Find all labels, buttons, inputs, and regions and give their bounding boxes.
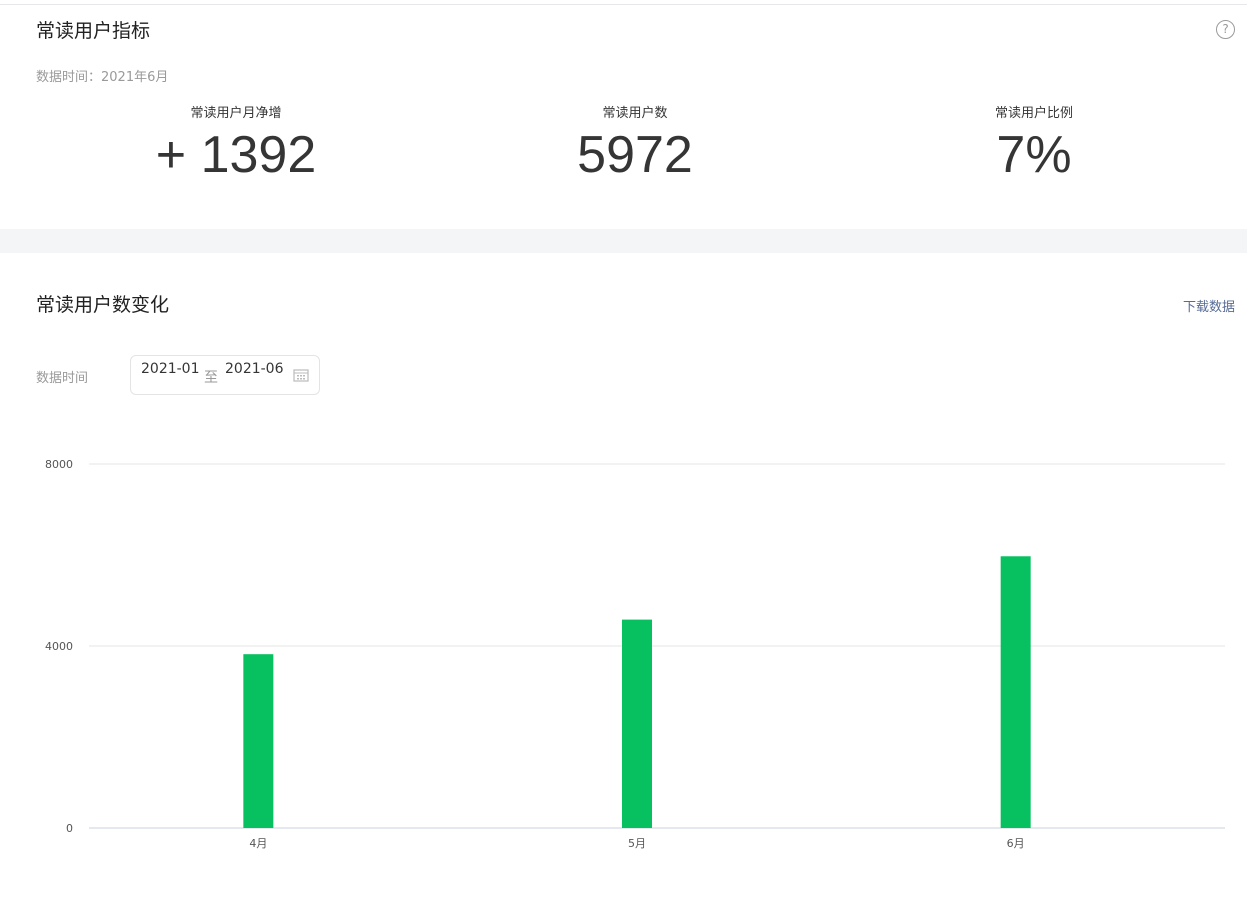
x-tick-label: 4月	[249, 837, 267, 850]
y-tick-label: 0	[66, 822, 73, 835]
trend-title: 常读用户数变化	[36, 294, 170, 316]
help-icon[interactable]: ?	[1216, 20, 1235, 39]
start-date[interactable]: 2021-01	[141, 361, 200, 377]
download-data-link[interactable]: 下载数据	[1183, 296, 1235, 315]
x-tick-label: 5月	[628, 837, 646, 850]
metric-value: 7%	[996, 126, 1072, 184]
y-tick-label: 8000	[45, 458, 73, 471]
metric-user-ratio: 常读用户比例 7%	[884, 102, 1184, 185]
range-separator: 至	[204, 370, 218, 386]
date-range-label: 数据时间	[36, 371, 89, 386]
metric-label: 常读用户月净增	[190, 106, 282, 121]
bar	[1000, 556, 1031, 828]
y-tick-label: 4000	[45, 640, 73, 653]
metric-net-increase: 常读用户月净增 + 1392	[86, 102, 386, 185]
section-divider	[0, 229, 1247, 253]
metric-label: 常读用户数	[602, 106, 668, 121]
top-divider	[0, 4, 1247, 5]
x-tick-label: 6月	[1007, 837, 1025, 850]
metric-value: + 1392	[155, 126, 317, 184]
metric-user-count: 常读用户数 5972	[485, 102, 785, 185]
user-count-bar-chart: 0 4000 8000 4月 5月 6月	[45, 458, 1225, 850]
indicators-data-time: 数据时间：2021年6月	[36, 70, 169, 85]
indicators-title: 常读用户指标	[36, 20, 151, 42]
end-date[interactable]: 2021-06	[225, 361, 284, 377]
bar	[622, 619, 652, 828]
metric-value: 5972	[577, 126, 693, 184]
date-range-picker[interactable]: 2021-01 至 2021-06	[130, 355, 320, 395]
calendar-icon[interactable]	[293, 368, 309, 382]
metric-label: 常读用户比例	[994, 106, 1073, 121]
bar	[243, 654, 274, 828]
